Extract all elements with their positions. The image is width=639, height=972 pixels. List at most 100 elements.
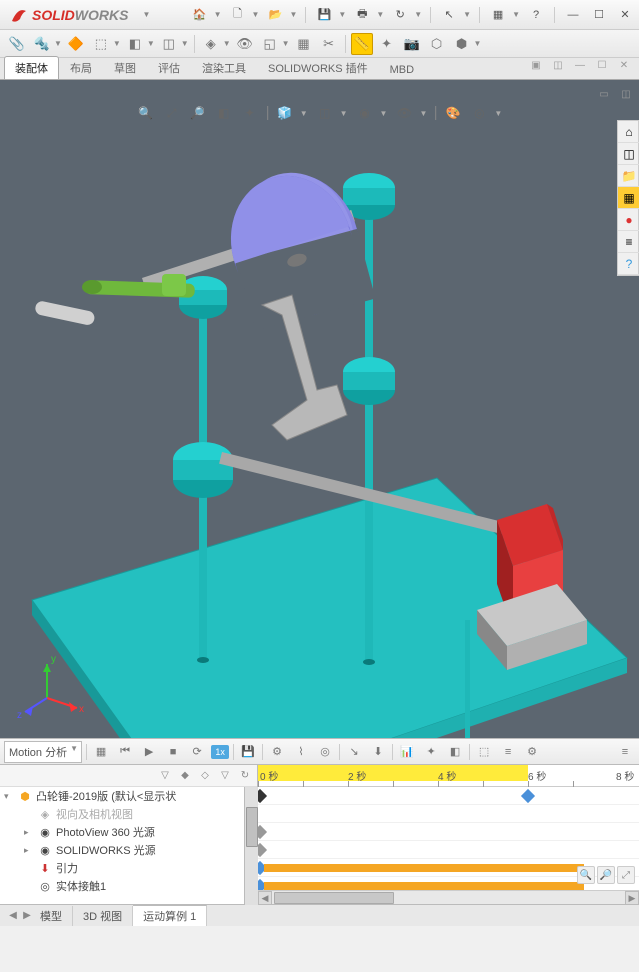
tool-10[interactable]: ▦ xyxy=(293,33,315,55)
save-icon[interactable]: 💾 xyxy=(314,5,334,25)
tool-9[interactable]: ◱ xyxy=(259,33,281,55)
maximize-button[interactable]: ☐ xyxy=(589,5,609,25)
doc-icon-2[interactable]: ◫ xyxy=(549,58,567,72)
results-icon[interactable]: 📊 xyxy=(397,742,417,762)
print-icon[interactable]: 🖶 xyxy=(352,5,372,25)
hide-show-icon[interactable]: 👁 xyxy=(395,104,413,122)
motion-tree[interactable]: ▾⬢ 凸轮锤-2019版 (默认<显示状 ◈ 视向及相机视图 ▸◉ PhotoV… xyxy=(0,787,257,904)
tab-evaluate[interactable]: 评估 xyxy=(147,56,191,79)
tool-2[interactable]: 🔩 xyxy=(31,33,53,55)
tl-row-root[interactable] xyxy=(258,787,639,805)
scene-icon[interactable]: ◉ xyxy=(356,104,374,122)
timeline-scrollbar[interactable]: ◀ ▶ xyxy=(258,890,639,904)
key-start[interactable] xyxy=(258,789,267,803)
play-mode-icon[interactable]: ⟳ xyxy=(187,742,207,762)
tab-addins[interactable]: SOLIDWORKS 插件 xyxy=(257,56,379,79)
tree-item-orientation[interactable]: ◈ 视向及相机视图 xyxy=(0,805,257,823)
home-icon[interactable]: 🏠 xyxy=(190,5,210,25)
tool-7[interactable]: ◈ xyxy=(200,33,222,55)
tool-15[interactable]: ⬡ xyxy=(426,33,448,55)
bar-gravity[interactable] xyxy=(264,864,584,872)
doc-icon-1[interactable]: ▣ xyxy=(527,58,545,72)
refresh-icon[interactable]: ↻ xyxy=(390,5,410,25)
side-forum[interactable]: ? xyxy=(618,253,639,275)
corner-1[interactable]: ▭ xyxy=(595,86,613,102)
playback-speed[interactable]: 1x xyxy=(211,745,229,759)
apply-scene-icon[interactable]: ◎ xyxy=(470,104,488,122)
play-start-icon[interactable]: ⏮ xyxy=(115,742,135,762)
tl-row-1[interactable] xyxy=(258,805,639,823)
tree-item-contact[interactable]: ◎ 实体接触1 xyxy=(0,877,257,895)
cursor-icon[interactable]: ↖ xyxy=(439,5,459,25)
tool-8[interactable]: 👁 xyxy=(234,33,256,55)
filter-anim-icon[interactable]: ◆ xyxy=(177,768,193,784)
minimize-button[interactable]: — xyxy=(563,5,583,25)
motion-tool-4[interactable]: ≡ xyxy=(498,742,518,762)
side-home[interactable]: ⌂ xyxy=(618,121,639,143)
options-icon[interactable]: ▦ xyxy=(488,5,508,25)
motion-settings-icon[interactable]: ⚙ xyxy=(522,742,542,762)
corner-2[interactable]: ◫ xyxy=(617,86,635,102)
motion-tool-2[interactable]: ◧ xyxy=(445,742,465,762)
close-button[interactable]: ✕ xyxy=(615,5,635,25)
tool-16[interactable]: ⬢ xyxy=(451,33,473,55)
side-design-lib[interactable]: ◫ xyxy=(618,143,639,165)
new-doc-icon[interactable]: 🗋 xyxy=(228,5,248,25)
tree-item-photoview[interactable]: ▸◉ PhotoView 360 光源 xyxy=(0,823,257,841)
prev-view-icon[interactable]: 🔎 xyxy=(189,104,207,122)
side-custom-props[interactable]: ≡ xyxy=(618,231,639,253)
tab-mbd[interactable]: MBD xyxy=(379,60,425,79)
btab-motion-study[interactable]: 运动算例 1 xyxy=(133,905,207,926)
tab-render[interactable]: 渲染工具 xyxy=(191,56,257,79)
bar-contact[interactable] xyxy=(264,882,584,890)
save-anim-icon[interactable]: 💾 xyxy=(238,742,258,762)
zoom-fit-icon[interactable]: 🔍 xyxy=(137,104,155,122)
scroll-right-icon[interactable]: ▶ xyxy=(625,891,639,904)
tool-13[interactable]: ✦ xyxy=(376,33,398,55)
study-type-select[interactable]: Motion 分析 ▼ xyxy=(4,741,82,763)
tab-sketch[interactable]: 草图 xyxy=(103,56,147,79)
edit-appearance-icon[interactable]: 🎨 xyxy=(444,104,462,122)
tab-assembly[interactable]: 装配体 xyxy=(4,56,59,79)
tool-5[interactable]: ◧ xyxy=(124,33,146,55)
tab-layout[interactable]: 布局 xyxy=(59,56,103,79)
tl-row-2[interactable] xyxy=(258,823,639,841)
tree-item-sw-light[interactable]: ▸◉ SOLIDWORKS 光源 xyxy=(0,841,257,859)
view-orient-icon[interactable]: 🧊 xyxy=(276,104,294,122)
filter-icon[interactable]: ▽ xyxy=(157,768,173,784)
tool-11[interactable]: ✂ xyxy=(318,33,340,55)
time-ruler[interactable]: 0 秒 2 秒 4 秒 6 秒 8 秒 xyxy=(258,765,639,787)
force-icon[interactable]: ↘ xyxy=(344,742,364,762)
doc-close[interactable]: ✕ xyxy=(615,58,633,72)
calculate-icon[interactable]: ▦ xyxy=(91,742,111,762)
dynamic-icon[interactable]: ✦ xyxy=(241,104,259,122)
collapse-icon[interactable]: ≡ xyxy=(615,742,635,762)
motor-icon[interactable]: ⚙ xyxy=(267,742,287,762)
open-icon[interactable]: 📂 xyxy=(265,5,285,25)
side-view-palette[interactable]: ▦ xyxy=(618,187,639,209)
display-style-icon[interactable]: ◫ xyxy=(316,104,334,122)
motion-tool-3[interactable]: ⬚ xyxy=(474,742,494,762)
zoom-area-icon[interactable]: ⤢ xyxy=(163,104,181,122)
doc-minimize[interactable]: — xyxy=(571,58,589,72)
measure-tool[interactable]: 📏 xyxy=(351,33,373,55)
tool-4[interactable]: ⬚ xyxy=(90,33,112,55)
key-gray-1[interactable] xyxy=(258,825,267,839)
help-icon[interactable]: ? xyxy=(526,5,546,25)
doc-maximize[interactable]: ☐ xyxy=(593,58,611,72)
filter-driven-icon[interactable]: ◇ xyxy=(197,768,213,784)
tree-scrollbar[interactable] xyxy=(244,787,258,904)
logo-dropdown[interactable]: ▼ xyxy=(142,10,150,19)
zoom-out-icon[interactable]: 🔎 xyxy=(597,866,615,884)
3d-viewport[interactable]: 🔍 ⤢ 🔎 ◧ ✦ 🧊▼ ◫▼ ◉▼ 👁▼ 🎨 ◎▼ ▭ ◫ xyxy=(0,80,639,738)
side-file-explorer[interactable]: 📁 xyxy=(618,165,639,187)
tree-root[interactable]: ▾⬢ 凸轮锤-2019版 (默认<显示状 xyxy=(0,787,257,805)
scroll-left-icon[interactable]: ◀ xyxy=(258,891,272,904)
tool-1[interactable]: 📎 xyxy=(6,33,28,55)
btab-3dview[interactable]: 3D 视图 xyxy=(73,906,133,926)
contact-icon[interactable]: ◎ xyxy=(315,742,335,762)
motion-tool-1[interactable]: ✦ xyxy=(421,742,441,762)
section-icon[interactable]: ◧ xyxy=(215,104,233,122)
tree-item-gravity[interactable]: ⬇ 引力 xyxy=(0,859,257,877)
filter-results-icon[interactable]: ↻ xyxy=(237,768,253,784)
